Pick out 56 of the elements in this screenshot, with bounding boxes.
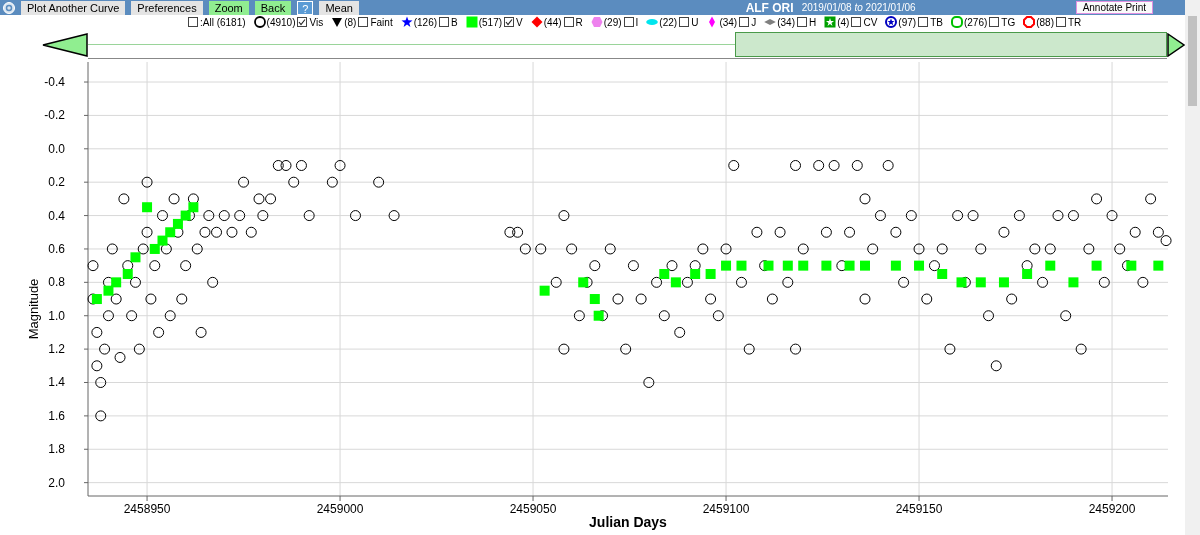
toolbar-button[interactable]: Plot Another Curve bbox=[21, 0, 126, 15]
x-axis-title: Julian Days bbox=[589, 514, 667, 530]
x-tick-label: 2459050 bbox=[509, 502, 557, 516]
y-tick-label: 1.4 bbox=[48, 375, 65, 390]
toolbar-button[interactable]: Mean bbox=[319, 0, 359, 15]
checkbox-label: I bbox=[635, 16, 639, 28]
checkbox-label: CV bbox=[863, 16, 878, 28]
annotate-print-button[interactable]: Annotate Print bbox=[1075, 1, 1153, 14]
checkbox-label: V bbox=[516, 16, 523, 28]
toolbar-button[interactable]: Zoom bbox=[208, 0, 249, 15]
checkbox-label: H bbox=[808, 16, 817, 28]
y-tick-label: 0.0 bbox=[48, 141, 65, 156]
x-tick-label: 2459000 bbox=[316, 502, 364, 516]
toolbar-button[interactable]: Preferences bbox=[131, 0, 203, 15]
y-axis-title: Magnitude bbox=[26, 278, 41, 340]
checkbox-label: TG bbox=[1001, 16, 1016, 28]
observation-count: (97) bbox=[898, 16, 917, 28]
y-tick-label: 1.6 bbox=[48, 408, 65, 423]
toolbar-button[interactable]: Back bbox=[254, 0, 292, 15]
observation-count: (88) bbox=[1036, 16, 1054, 28]
y-tick-label: 2.0 bbox=[48, 475, 65, 490]
y-tick-label: 1.0 bbox=[48, 308, 65, 323]
checkbox-label: B bbox=[451, 16, 458, 28]
star-name: ALF ORI bbox=[745, 0, 794, 15]
y-tick-label: -0.4 bbox=[44, 75, 65, 90]
checkbox-label: TR bbox=[1067, 16, 1082, 28]
y-tick-label: 0.6 bbox=[48, 241, 65, 256]
observation-count: (276) bbox=[963, 16, 988, 28]
x-tick-label: 2458950 bbox=[123, 502, 171, 516]
observation-count: (44) bbox=[543, 16, 562, 28]
x-tick-label: 2459100 bbox=[702, 502, 750, 516]
y-tick-label: 0.8 bbox=[48, 275, 65, 290]
observation-count: (34) bbox=[777, 16, 795, 28]
x-tick-label: 2459200 bbox=[1088, 502, 1136, 516]
y-tick-label: 1.2 bbox=[48, 342, 65, 357]
observation-count: (22) bbox=[659, 16, 678, 28]
checkbox-label: R bbox=[575, 16, 583, 28]
checkbox-label: TB bbox=[930, 16, 943, 28]
date-range: 2019/01/08 to 2021/01/06 bbox=[801, 2, 916, 13]
checkbox-label: :All (6181) bbox=[200, 16, 246, 28]
y-tick-label: 1.8 bbox=[48, 442, 65, 457]
checkbox-label: J bbox=[751, 16, 757, 28]
checkbox-label: U bbox=[691, 16, 699, 28]
observation-count: (34) bbox=[719, 16, 738, 28]
y-tick-label: -0.2 bbox=[44, 108, 65, 123]
observation-count: (4910) bbox=[266, 16, 296, 28]
checkbox-label: Faint bbox=[370, 16, 393, 28]
y-tick-label: 0.2 bbox=[48, 175, 65, 190]
observation-count: (29) bbox=[603, 16, 622, 28]
observation-count: (126) bbox=[413, 16, 438, 28]
observation-count: (8) bbox=[344, 16, 357, 28]
observation-count: (517) bbox=[478, 16, 503, 28]
checkbox-label: Vis bbox=[309, 16, 324, 28]
x-tick-label: 2459150 bbox=[895, 502, 943, 516]
y-tick-label: 0.4 bbox=[48, 208, 65, 223]
observation-count: (4) bbox=[837, 16, 850, 28]
